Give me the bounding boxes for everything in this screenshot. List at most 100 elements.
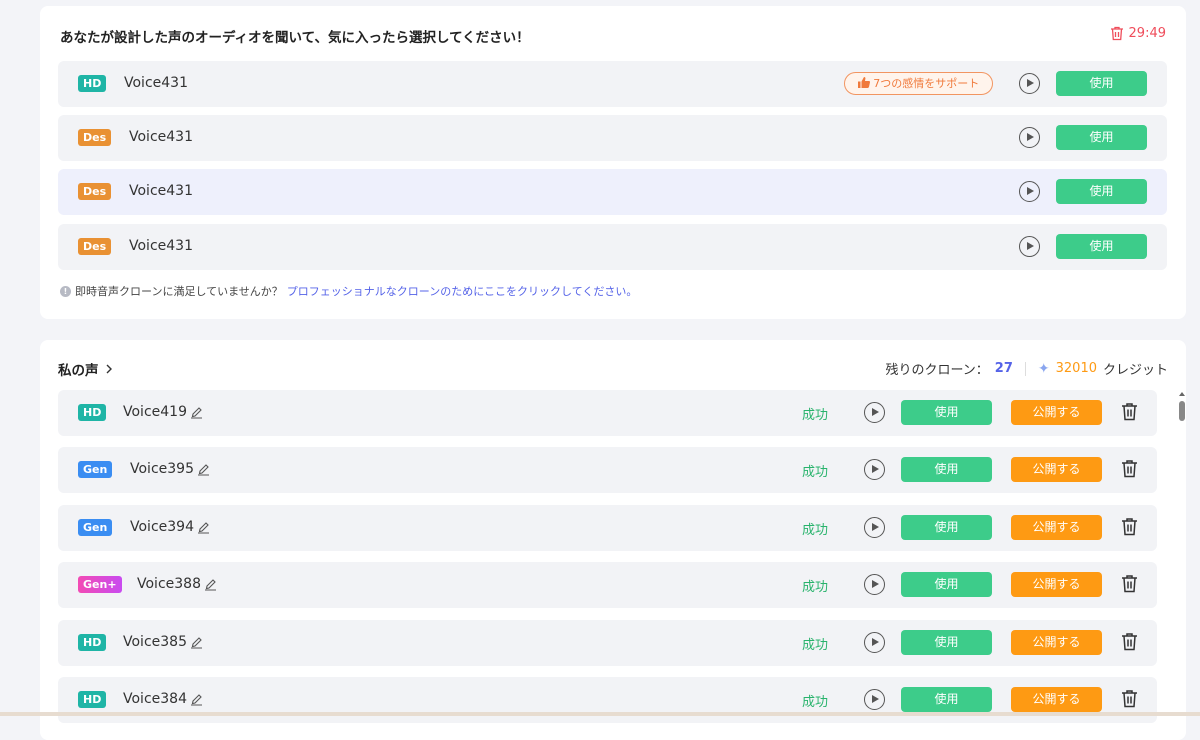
status-badge: 成功 [802,465,829,480]
pencil-icon[interactable] [197,463,210,476]
use-button[interactable]: 使用 [1056,179,1147,204]
trash-icon[interactable] [1121,517,1138,536]
my-voice-row: Gen+ Voice388 成功 使用 公開する [58,562,1157,608]
play-circle-icon[interactable] [864,517,885,538]
voice-name-group: Voice419 [123,404,203,420]
chevron-right-icon [106,364,112,374]
status-badge: 成功 [802,638,829,653]
voice-name: Voice431 [129,238,193,254]
hd-badge: HD [78,75,107,92]
publish-button[interactable]: 公開する [1011,515,1102,540]
publish-button[interactable]: 公開する [1011,457,1102,482]
emotion-support-badge: 7つの感情をサポート [844,72,993,95]
play-circle-icon[interactable] [864,459,885,480]
voice-name: Voice431 [124,75,188,91]
list-scrollbar[interactable] [1179,390,1185,740]
publish-button[interactable]: 公開する [1011,400,1102,425]
voice-name-group: Voice395 [130,461,210,477]
play-circle-icon[interactable] [1019,127,1040,148]
my-voices-title: 私の声 [58,363,99,379]
des-badge: Des [78,129,112,146]
stats-divider [1024,361,1026,376]
generated-voice-row: HD Voice431 7つの感情をサポート 使用 [58,61,1167,107]
generated-voice-row: Des Voice431 使用 [58,115,1167,161]
trash-icon[interactable] [1121,402,1138,421]
my-voice-row: Gen Voice394 成功 使用 公開する [58,505,1157,551]
use-button[interactable]: 使用 [901,457,992,482]
voice-name: Voice395 [130,461,194,477]
voice-name-group: Voice384 [123,691,203,707]
generated-voices-card: あなたが設計した声のオーディオを聞いて、気に入ったら選択してください！ 29:4… [40,6,1186,319]
hd-badge: HD [78,634,107,651]
timer: 29:49 [1110,26,1166,41]
pencil-icon[interactable] [204,578,217,591]
trash-icon[interactable] [1121,689,1138,708]
credit-label: クレジット [1102,363,1168,378]
des-badge: Des [78,183,112,200]
hint-text: 即時音声クローンに満足していませんか？ [75,285,283,298]
pencil-icon[interactable] [190,693,203,706]
scroll-up-arrow[interactable] [1179,392,1185,396]
play-circle-icon[interactable] [1019,236,1040,257]
voice-name: Voice394 [130,519,194,535]
voice-name-group: Voice385 [123,634,203,650]
use-button[interactable]: 使用 [901,687,992,712]
my-voice-row: Gen Voice395 成功 使用 公開する [58,447,1157,493]
publish-button[interactable]: 公開する [1011,687,1102,712]
voice-name: Voice385 [123,634,187,650]
trash-icon[interactable] [1121,459,1138,478]
professional-clone-link[interactable]: プロフェッショナルなクローンのためにここをクリックしてください。 [287,283,638,299]
pencil-icon[interactable] [190,636,203,649]
info-icon: ! [60,285,71,297]
play-circle-icon[interactable] [864,632,885,653]
voice-name: Voice431 [129,183,193,199]
use-button[interactable]: 使用 [901,630,992,655]
gen-badge: Gen [78,461,113,478]
scroll-thumb[interactable] [1179,401,1185,421]
voice-name-group: Voice388 [137,576,217,592]
des-badge: Des [78,238,112,255]
generated-voice-row: Des Voice431 使用 [58,169,1167,215]
my-voice-row: HD Voice419 成功 使用 公開する [58,390,1157,436]
play-circle-icon[interactable] [864,402,885,423]
use-button[interactable]: 使用 [1056,125,1147,150]
my-voices-header[interactable]: 私の声 [58,359,113,379]
gen-plus-badge: Gen+ [78,576,122,593]
publish-button[interactable]: 公開する [1011,630,1102,655]
voice-name-group: Voice394 [130,519,210,535]
voice-name: Voice419 [123,404,187,420]
play-circle-icon[interactable] [864,574,885,595]
credit-count: 32010 [1055,361,1097,376]
use-button[interactable]: 使用 [901,572,992,597]
page-bottom-edge [0,712,1200,716]
voice-name: Voice431 [129,129,193,145]
clone-hint: ! 即時音声クローンに満足していませんか？ プロフェッショナルなクローンのために… [60,283,637,299]
thumbs-up-icon [857,77,870,88]
status-badge: 成功 [802,695,829,710]
trash-icon[interactable] [1121,632,1138,651]
use-button[interactable]: 使用 [1056,71,1147,96]
emotion-support-label: 7つの感情をサポート [873,77,980,90]
trash-icon[interactable] [1121,574,1138,593]
trash-icon [1110,26,1123,41]
remaining-count: 27 [994,361,1013,376]
use-button[interactable]: 使用 [1056,234,1147,259]
use-button[interactable]: 使用 [901,515,992,540]
pencil-icon[interactable] [190,406,203,419]
play-circle-icon[interactable] [864,689,885,710]
play-circle-icon[interactable] [1019,181,1040,202]
hd-badge: HD [78,404,107,421]
status-badge: 成功 [802,580,829,595]
publish-button[interactable]: 公開する [1011,572,1102,597]
status-badge: 成功 [802,408,829,423]
status-badge: 成功 [802,523,829,538]
use-button[interactable]: 使用 [901,400,992,425]
play-circle-icon[interactable] [1019,73,1040,94]
hd-badge: HD [78,691,107,708]
pencil-icon[interactable] [197,521,210,534]
generated-voices-title: あなたが設計した声のオーディオを聞いて、気に入ったら選択してください！ [60,30,530,46]
my-voice-row: HD Voice385 成功 使用 公開する [58,620,1157,666]
voice-name: Voice384 [123,691,187,707]
my-voice-row: HD Voice384 成功 使用 公開する [58,677,1157,723]
voice-name: Voice388 [137,576,201,592]
